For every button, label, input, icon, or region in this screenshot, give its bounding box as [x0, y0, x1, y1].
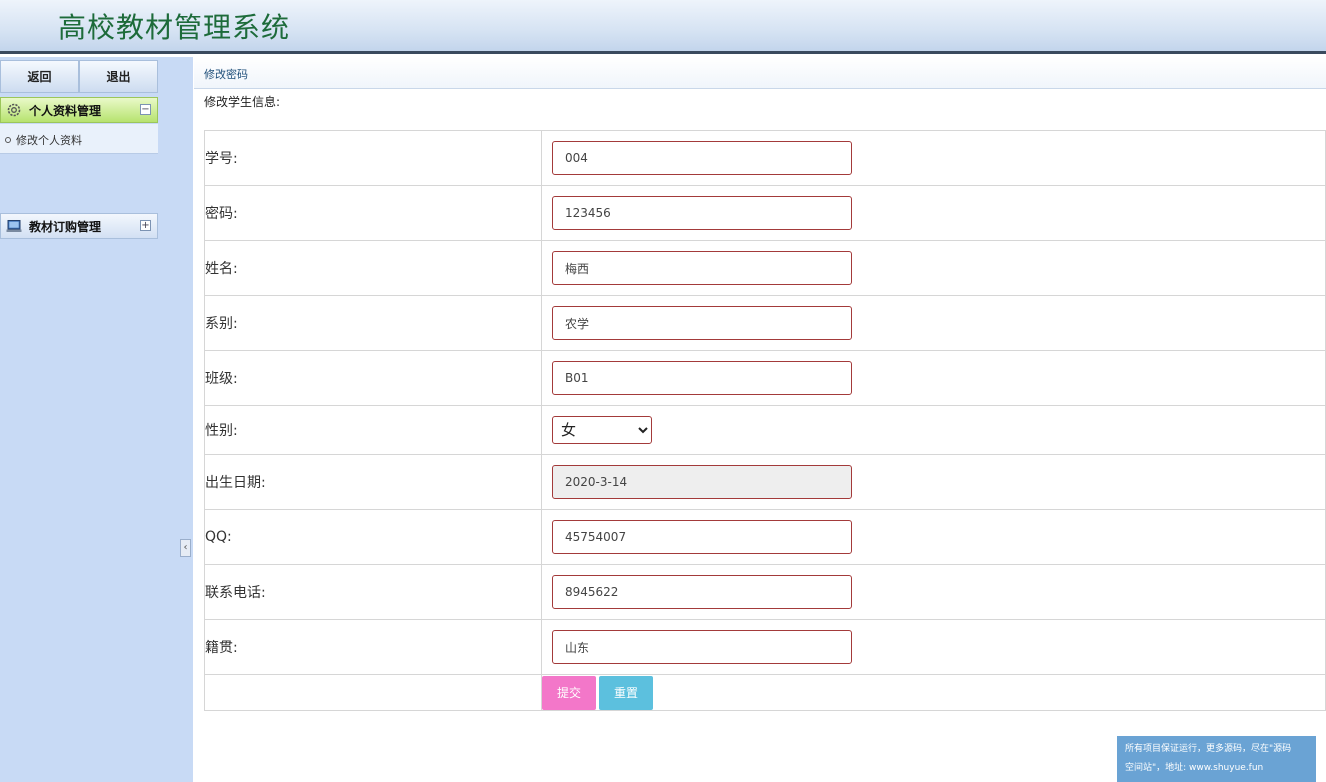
sidebar-top-buttons: 返回 退出: [0, 60, 158, 93]
qq-label: QQ:: [204, 509, 542, 565]
student-info-form: 学号: 密码: 姓名: 系别: 班级: 性别: 女 出: [204, 130, 1326, 711]
menu-textbook-order[interactable]: 教材订购管理 +: [0, 213, 158, 239]
form-row: 学号:: [204, 130, 1326, 186]
sidebar-item-edit-profile[interactable]: 修改个人资料: [5, 132, 82, 148]
main-panel: 修改密码 修改学生信息: 学号: 密码: 姓名: 系别: 班级: 性别: 女: [194, 57, 1326, 782]
menu-textbook-order-label: 教材订购管理: [29, 219, 102, 234]
bullet-icon: [5, 137, 11, 143]
class-label: 班级:: [204, 350, 542, 406]
password-input[interactable]: [552, 196, 852, 230]
phone-input[interactable]: [552, 575, 852, 609]
gender-select[interactable]: 女: [552, 416, 652, 444]
birth-date-label: 出生日期:: [204, 454, 542, 510]
panel-title[interactable]: 修改密码: [204, 66, 248, 82]
class-input[interactable]: [552, 361, 852, 395]
qq-input[interactable]: [552, 520, 852, 554]
back-button[interactable]: 返回: [0, 60, 79, 93]
student-id-label: 学号:: [204, 130, 542, 186]
sidebar: 返回 退出 个人资料管理 − 修改个人资料 教材订购管理 + ‹: [0, 57, 193, 782]
name-input[interactable]: [552, 251, 852, 285]
app-title: 高校教材管理系统: [58, 11, 291, 44]
name-label: 姓名:: [204, 240, 542, 296]
student-id-input[interactable]: [552, 141, 852, 175]
hometown-input[interactable]: [552, 630, 852, 664]
sidebar-collapse-handle[interactable]: ‹: [180, 539, 191, 557]
menu-personal-info[interactable]: 个人资料管理 −: [0, 97, 158, 123]
phone-label: 联系电话:: [204, 564, 542, 620]
gear-icon: [5, 101, 23, 119]
menu-personal-info-label: 个人资料管理: [29, 103, 102, 118]
laptop-icon: [5, 217, 23, 235]
hometown-label: 籍贯:: [204, 619, 542, 675]
department-label: 系别:: [204, 295, 542, 351]
collapse-icon[interactable]: −: [140, 104, 151, 115]
panel-tab: 修改密码: [194, 57, 1326, 89]
empty-cell: [204, 674, 542, 711]
form-row: 籍贯:: [204, 619, 1326, 675]
form-row: 联系电话:: [204, 564, 1326, 620]
birth-date-input[interactable]: [552, 465, 852, 499]
app-header: 高校教材管理系统: [0, 0, 1326, 54]
form-row: QQ:: [204, 509, 1326, 565]
form-row: 密码:: [204, 185, 1326, 241]
form-row: 性别: 女: [204, 405, 1326, 455]
watermark-line: 空间站"，地址: www.shuyue.fun: [1125, 763, 1264, 773]
password-label: 密码:: [204, 185, 542, 241]
submit-button[interactable]: 提交: [542, 675, 596, 710]
form-row: 班级:: [204, 350, 1326, 406]
sidebar-item-label: 修改个人资料: [16, 134, 82, 147]
watermark-banner: 所有项目保证运行，更多源码，尽在"源码 空间站"，地址: www.shuyue.…: [1117, 736, 1316, 782]
form-actions-row: 提交 重置: [204, 674, 1326, 711]
reset-button[interactable]: 重置: [599, 675, 653, 710]
gender-label: 性别:: [204, 405, 542, 455]
submenu-personal-info: 修改个人资料: [0, 124, 158, 154]
form-row: 出生日期:: [204, 454, 1326, 510]
watermark-line: 所有项目保证运行，更多源码，尽在"源码: [1125, 744, 1292, 754]
expand-icon[interactable]: +: [140, 220, 151, 231]
form-caption: 修改学生信息:: [204, 95, 281, 109]
form-row: 系别:: [204, 295, 1326, 351]
form-row: 姓名:: [204, 240, 1326, 296]
department-input[interactable]: [552, 306, 852, 340]
logout-button[interactable]: 退出: [79, 60, 158, 93]
